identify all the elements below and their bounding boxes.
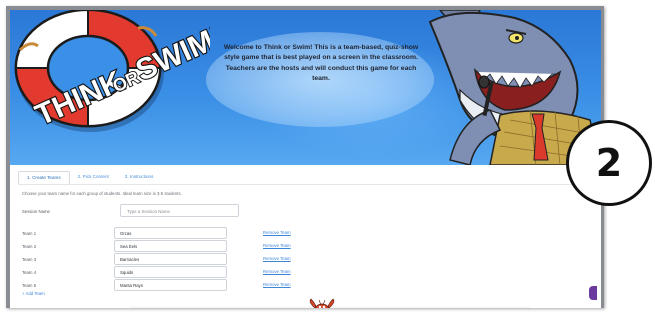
remove-team-link[interactable]: Remove Team xyxy=(263,243,291,248)
team-row: Team 4 Squids Remove Team xyxy=(10,266,601,279)
remove-team-link[interactable]: Remove Team xyxy=(263,269,291,274)
add-team-link[interactable]: + Add Team xyxy=(22,291,45,296)
remove-team-link[interactable]: Remove Team xyxy=(263,256,291,261)
welcome-message: Welcome to Think or Swim! This is a team… xyxy=(223,44,419,83)
remove-team-link[interactable]: Remove Team xyxy=(263,230,291,235)
team-label: Team 4 xyxy=(22,270,37,275)
team-label: Team 2 xyxy=(22,244,37,249)
session-name-label: Session Name xyxy=(22,209,50,214)
tab-pick-content[interactable]: 2. Pick Content xyxy=(69,171,117,185)
team-name-input[interactable]: Barnacles xyxy=(114,253,227,265)
lobster-mascot-icon xyxy=(309,298,335,308)
screenshot-stage: THINK OR SWIM! Welcome to Think or Swim!… xyxy=(0,0,655,314)
tab-instructions[interactable]: 3. Instructions xyxy=(116,171,162,185)
tab-create-teams[interactable]: 1. Create Teams xyxy=(18,171,70,185)
team-name-input[interactable]: Squids xyxy=(114,266,227,278)
side-widget-tab[interactable] xyxy=(589,286,597,300)
team-row: Team 2 Sea Eels Remove Team xyxy=(10,240,601,253)
step-number: 2 xyxy=(595,141,623,185)
team-label: Team 3 xyxy=(22,257,37,262)
team-row: Team 5 Manta Rays Remove Team xyxy=(10,279,601,292)
tab-divider xyxy=(18,184,593,185)
team-name-input[interactable]: Manta Rays xyxy=(114,279,227,291)
team-label: Team 1 xyxy=(22,231,37,236)
think-or-swim-logo: THINK OR SWIM! xyxy=(14,10,210,133)
hero-banner: THINK OR SWIM! Welcome to Think or Swim!… xyxy=(10,10,601,165)
app-window: THINK OR SWIM! Welcome to Think or Swim!… xyxy=(6,6,604,308)
team-row: Team 1 Orcas Remove Team xyxy=(10,227,601,240)
team-label: Team 5 xyxy=(22,283,37,288)
remove-team-link[interactable]: Remove Team xyxy=(263,282,291,287)
team-name-input[interactable]: Orcas xyxy=(114,227,227,239)
team-name-input[interactable]: Sea Eels xyxy=(114,240,227,252)
create-teams-form: 1. Create Teams 2. Pick Content 3. Instr… xyxy=(10,165,601,308)
session-name-input[interactable]: Type a Session Name xyxy=(120,204,239,217)
team-row: Team 3 Barnacles Remove Team xyxy=(10,253,601,266)
tab-bar: 1. Create Teams 2. Pick Content 3. Instr… xyxy=(18,171,162,185)
team-size-hint: Choose your team name for each group of … xyxy=(22,191,182,196)
step-number-badge: 2 xyxy=(566,120,652,206)
